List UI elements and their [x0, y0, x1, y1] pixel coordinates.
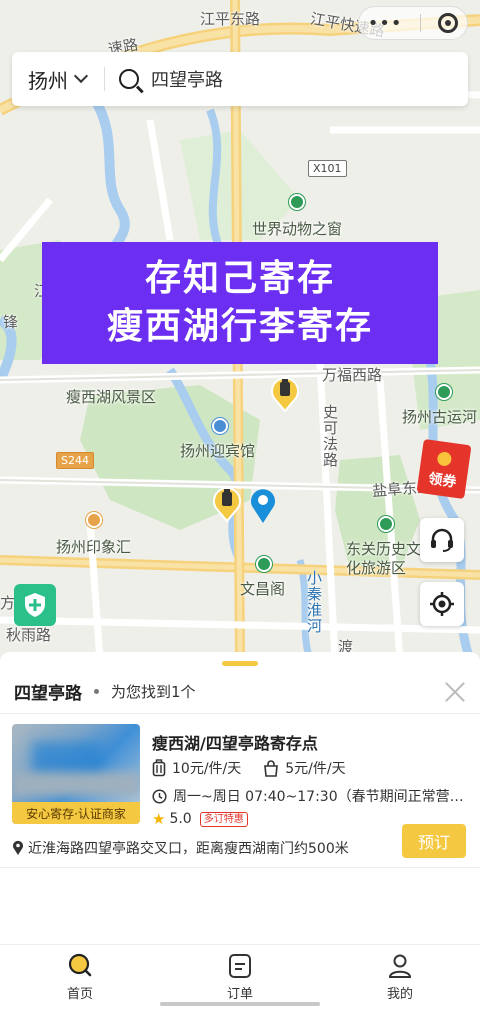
chevron-down-icon — [73, 68, 89, 84]
header-bullet — [94, 689, 99, 694]
poi-canal-icon — [436, 384, 452, 400]
luggage-icon — [152, 759, 166, 777]
poi-mall-icon — [86, 512, 102, 528]
map-badge-s244: S244 — [56, 452, 94, 469]
locate-button[interactable] — [420, 582, 464, 626]
search-bar: 扬州 — [12, 52, 468, 106]
storage-marker-1[interactable] — [270, 374, 300, 412]
map-label-yingbin: 扬州迎宾馆 — [180, 442, 256, 460]
map-label-zoo: 世界动物之窗 — [252, 220, 343, 238]
map-label-jiangping-east: 江平东路 — [200, 10, 261, 28]
tab-bar: 首页 订单 我的 — [0, 944, 480, 1010]
shield-plus-icon — [25, 593, 45, 617]
tab-orders[interactable]: 订单 — [160, 945, 320, 1010]
map-label-yinxianghui: 扬州印象汇 — [56, 538, 132, 556]
poi-zoo-icon — [289, 194, 305, 210]
results-count: 为您找到1个 — [111, 683, 196, 701]
search-divider — [104, 67, 105, 91]
orders-icon — [229, 954, 251, 978]
large-price-text: 10元/件/天 — [172, 761, 242, 777]
rating-row: ★ 5.0 多订特惠 — [152, 810, 248, 828]
map-view[interactable]: 江平东路 江平快速路 速路 X101 世界动物之窗 万福西路 扬州古运河 瘦西湖… — [0, 0, 480, 660]
close-icon[interactable] — [444, 681, 466, 703]
search-input[interactable] — [151, 68, 431, 90]
result-card[interactable]: 安心寄存·认证商家 瘦西湖/四望亭路寄存点 10元/件/天 5元/件/天 周一~… — [0, 714, 480, 868]
map-label-shifa-road: 史可法路 — [321, 404, 339, 468]
results-sheet: 四望亭路 为您找到1个 安心寄存·认证商家 瘦西湖/四望亭路寄存点 10元/件/… — [0, 652, 480, 944]
promo-tag: 多订特惠 — [199, 811, 248, 827]
storage-marker-2[interactable] — [212, 484, 242, 522]
map-label-feng: 锋 — [1, 314, 19, 330]
map-label-slender-west-lake: 瘦西湖风景区 — [66, 388, 157, 406]
small-price-text: 5元/件/天 — [285, 761, 346, 777]
hours-row: 周一~周日 07:40~17:30（春节期间正常营… — [152, 786, 468, 806]
poi-hotel-icon — [212, 418, 228, 434]
price-row: 10元/件/天 5元/件/天 — [152, 758, 368, 778]
tab-orders-label: 订单 — [226, 987, 253, 1002]
location-pin-icon — [13, 840, 23, 855]
map-label-dongguan: 东关历史文化旅游区 — [346, 540, 422, 577]
miniprogram-capsule[interactable]: ••• — [358, 6, 468, 40]
tab-profile-label: 我的 — [386, 987, 413, 1002]
capsule-divider — [419, 14, 421, 32]
coupon-button[interactable]: 领券 — [416, 438, 472, 500]
headset-icon — [431, 528, 453, 552]
security-shield-button[interactable] — [14, 584, 56, 626]
star-icon: ★ — [152, 810, 166, 828]
map-badge-x101: X101 — [308, 160, 347, 177]
more-dots-icon[interactable]: ••• — [368, 13, 403, 34]
poi-wenchang-icon — [256, 556, 272, 572]
store-title: 瘦西湖/四望亭路寄存点 — [152, 734, 318, 753]
poi-dongguan-icon — [378, 516, 394, 532]
certified-tag: 安心寄存·认证商家 — [12, 802, 140, 824]
large-luggage-price: 10元/件/天 — [152, 758, 241, 778]
bag-icon — [264, 760, 279, 777]
sheet-header: 四望亭路 为您找到1个 — [0, 670, 480, 714]
map-label-grand-canal: 扬州古运河 — [402, 408, 478, 426]
hours-text: 周一~周日 07:40~17:30（春节期间正常营… — [173, 789, 464, 805]
map-label-qiuyu-road: 秋雨路 — [6, 626, 52, 644]
tab-profile[interactable]: 我的 — [320, 945, 480, 1010]
search-icon — [119, 69, 139, 89]
map-label-xiaoqinhuai: 小秦淮河 — [305, 570, 323, 634]
address-row: 近淮海路四望亭路交叉口，距离瘦西湖南门约500米 — [12, 838, 349, 858]
close-target-icon[interactable] — [438, 13, 459, 33]
banner-line-2: 瘦西湖行李寄存 — [106, 306, 373, 347]
customer-service-button[interactable] — [420, 518, 464, 562]
home-search-icon — [68, 953, 92, 977]
book-button[interactable]: 预订 — [402, 824, 466, 858]
address-text: 近淮海路四望亭路交叉口，距离瘦西湖南门约500米 — [28, 841, 349, 857]
sheet-drag-handle[interactable] — [222, 661, 258, 666]
promo-banner: 存知己寄存 瘦西湖行李寄存 — [42, 242, 438, 364]
rating-value: 5.0 — [169, 811, 192, 827]
home-indicator — [160, 1002, 320, 1006]
profile-icon — [388, 954, 412, 978]
tab-home[interactable]: 首页 — [0, 945, 160, 1010]
coupon-label: 领券 — [427, 471, 458, 491]
map-label-wanfu-west: 万福西路 — [322, 366, 383, 384]
clock-icon — [152, 788, 167, 804]
current-location-pin-icon — [251, 489, 275, 523]
small-bag-price: 5元/件/天 — [263, 758, 346, 778]
map-label-fang: 方 — [0, 594, 16, 612]
banner-line-1: 存知己寄存 — [144, 258, 335, 299]
map-label-wenchang: 文昌阁 — [240, 580, 286, 598]
crosshair-icon — [430, 592, 454, 616]
city-selector[interactable]: 扬州 — [12, 65, 89, 94]
tab-home-label: 首页 — [66, 987, 93, 1002]
city-label: 扬州 — [28, 68, 68, 93]
sheet-location: 四望亭路 — [14, 684, 82, 704]
